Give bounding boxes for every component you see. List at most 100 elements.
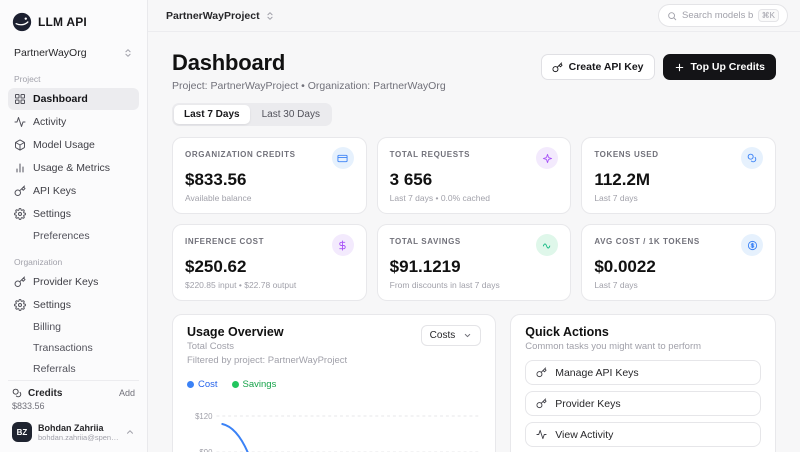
usage-overview-title: Usage Overview [187,325,284,339]
stat-value: $91.1219 [389,257,461,276]
quick-action-manage-api-keys[interactable]: Manage API Keys [525,360,761,385]
chevron-down-icon [463,331,472,340]
stat-card-total-savings: TOTAL SAVINGS $91.1219 From discounts in… [376,224,572,301]
project-selector-value: PartnerWayProject [166,9,260,22]
sidebar-item-usage-metrics[interactable]: Usage & Metrics [8,157,139,179]
create-api-key-button[interactable]: Create API Key [540,54,655,80]
savings-dot [231,381,239,388]
sidebar-item-model-usage[interactable]: Model Usage [8,134,139,156]
usage-filter-note: Filtered by project: PartnerWayProject [187,355,348,366]
sidebar-item-dashboard[interactable]: Dashboard [8,88,139,110]
chevrons-up-down-icon [266,11,273,20]
y-tick-90: $90 [199,448,213,452]
sidebar-item-org-settings[interactable]: Settings [8,294,139,316]
credits-block: Credits $833.56 Add [8,388,139,418]
page-content: Dashboard Project: PartnerWayProject • O… [148,32,800,452]
sparkle-icon [536,147,559,169]
search-box[interactable]: ⌘K [658,4,788,27]
sidebar-item-provider-keys[interactable]: Provider Keys [8,271,139,293]
brand: LLM API [8,10,139,42]
org-selector[interactable]: PartnerWayOrg [8,42,139,64]
sidebar-item-activity[interactable]: Activity [8,111,139,133]
stat-card-inference-cost: INFERENCE COST $250.62 $220.85 input • $… [172,224,367,301]
credits-amount: $833.56 [12,401,45,411]
add-credits-link[interactable]: Add [119,388,135,398]
stat-card-tokens-used: TOKENS USED 112.2M Last 7 days [581,137,776,214]
quick-action-view-activity[interactable]: View Activity [525,422,761,447]
gear-icon [14,208,26,220]
tab-last-30-days[interactable]: Last 30 Days [252,105,330,124]
sidebar-item-settings[interactable]: Settings [8,203,139,225]
sidebar-footer: Credits $833.56 Add BZ Bohdan Zahriia bo… [8,380,139,446]
app-root: LLM API PartnerWayOrg Project Dashboard … [0,0,800,452]
key-icon [552,61,563,73]
usage-overview-card: Usage Overview Total Costs Costs Filtere… [172,314,497,452]
activity-icon [536,429,547,440]
credits-label: Credits [28,388,63,399]
usage-chart: $120 $90 [195,412,480,452]
stat-card-avg-cost: AVG COST / 1K TOKENS $0.0022 Last 7 days [581,224,776,301]
sidebar-item-billing[interactable]: Billing [8,317,139,337]
chevron-up-icon [127,430,133,434]
circle-dollar-icon [741,234,763,256]
y-tick-120: $120 [195,412,213,421]
sidebar-item-label: Usage & Metrics [33,162,111,174]
quick-actions-subtitle: Common tasks you might want to perform [525,341,702,352]
user-email: bohdan.zahriia@spendba... [38,432,119,442]
stat-value: 3 656 [389,170,433,189]
key-icon [14,276,26,288]
sidebar-item-preferences[interactable]: Preferences [8,226,139,246]
sidebar-item-referrals[interactable]: Referrals [8,359,139,379]
stat-value: $250.62 [185,257,247,276]
cost-dot [187,381,194,388]
user-name: Bohdan Zahriia [38,422,104,433]
gear-icon [14,299,26,311]
sidebar-item-label: Dashboard [33,93,88,105]
section-label-project: Project [14,74,41,84]
brand-logo-icon [12,12,32,32]
avatar: BZ [12,422,32,442]
organization-nav: Provider Keys Settings Billing Transacti… [8,271,139,380]
sidebar-item-transactions[interactable]: Transactions [8,338,139,358]
stat-value: $0.0022 [594,257,656,276]
section-label-organization: Organization [14,257,63,267]
stat-value: 112.2M [594,170,651,189]
activity-icon [14,116,26,128]
coins-icon [12,388,23,399]
top-up-credits-button[interactable]: Top Up Credits [662,54,776,80]
stat-subtext: Last 7 days [594,280,638,290]
user-menu[interactable]: BZ Bohdan Zahriia bohdan.zahriia@spendba… [8,418,139,446]
dollar-icon [331,234,354,256]
page-title: Dashboard [172,50,286,75]
usage-overview-subtitle: Total Costs [187,341,234,352]
sidebar-item-label: API Keys [33,185,77,197]
chevrons-up-down-icon [125,49,131,57]
sidebar-item-label: Model Usage [33,139,95,151]
wave-icon [536,234,559,256]
key-icon [536,367,547,378]
chart-metric-select[interactable]: Costs [420,325,482,346]
sidebar-item-api-keys[interactable]: API Keys [8,180,139,202]
stat-subtext: Last 7 days • 0.0% cached [389,193,490,203]
sidebar-item-label: Settings [33,299,71,311]
range-tabs: Last 7 Days Last 30 Days [172,103,332,126]
project-selector[interactable]: PartnerWayProject [160,6,281,26]
topbar: PartnerWayProject ⌘K [148,0,800,32]
stat-subtext: $220.85 input • $22.78 output [185,280,297,290]
stat-card-organization-credits: ORGANIZATION CREDITS $833.56 Available b… [172,137,367,214]
sidebar-item-label: Activity [33,116,67,128]
quick-action-provider-keys[interactable]: Provider Keys [525,391,761,416]
tab-last-7-days[interactable]: Last 7 Days [174,105,250,124]
coins-icon [741,147,763,169]
project-nav: Dashboard Activity Model Usage Usage & M… [8,88,139,247]
search-input[interactable] [682,10,753,21]
key-icon [536,398,547,409]
quick-actions-title: Quick Actions [525,325,609,339]
org-selector-value: PartnerWayOrg [14,47,87,59]
cost-line [221,423,249,452]
stat-value: $833.56 [185,170,247,189]
search-icon [667,11,677,21]
box-icon [14,139,26,151]
bar-chart-icon [14,162,26,174]
chart-legend: Cost Savings [187,379,481,390]
